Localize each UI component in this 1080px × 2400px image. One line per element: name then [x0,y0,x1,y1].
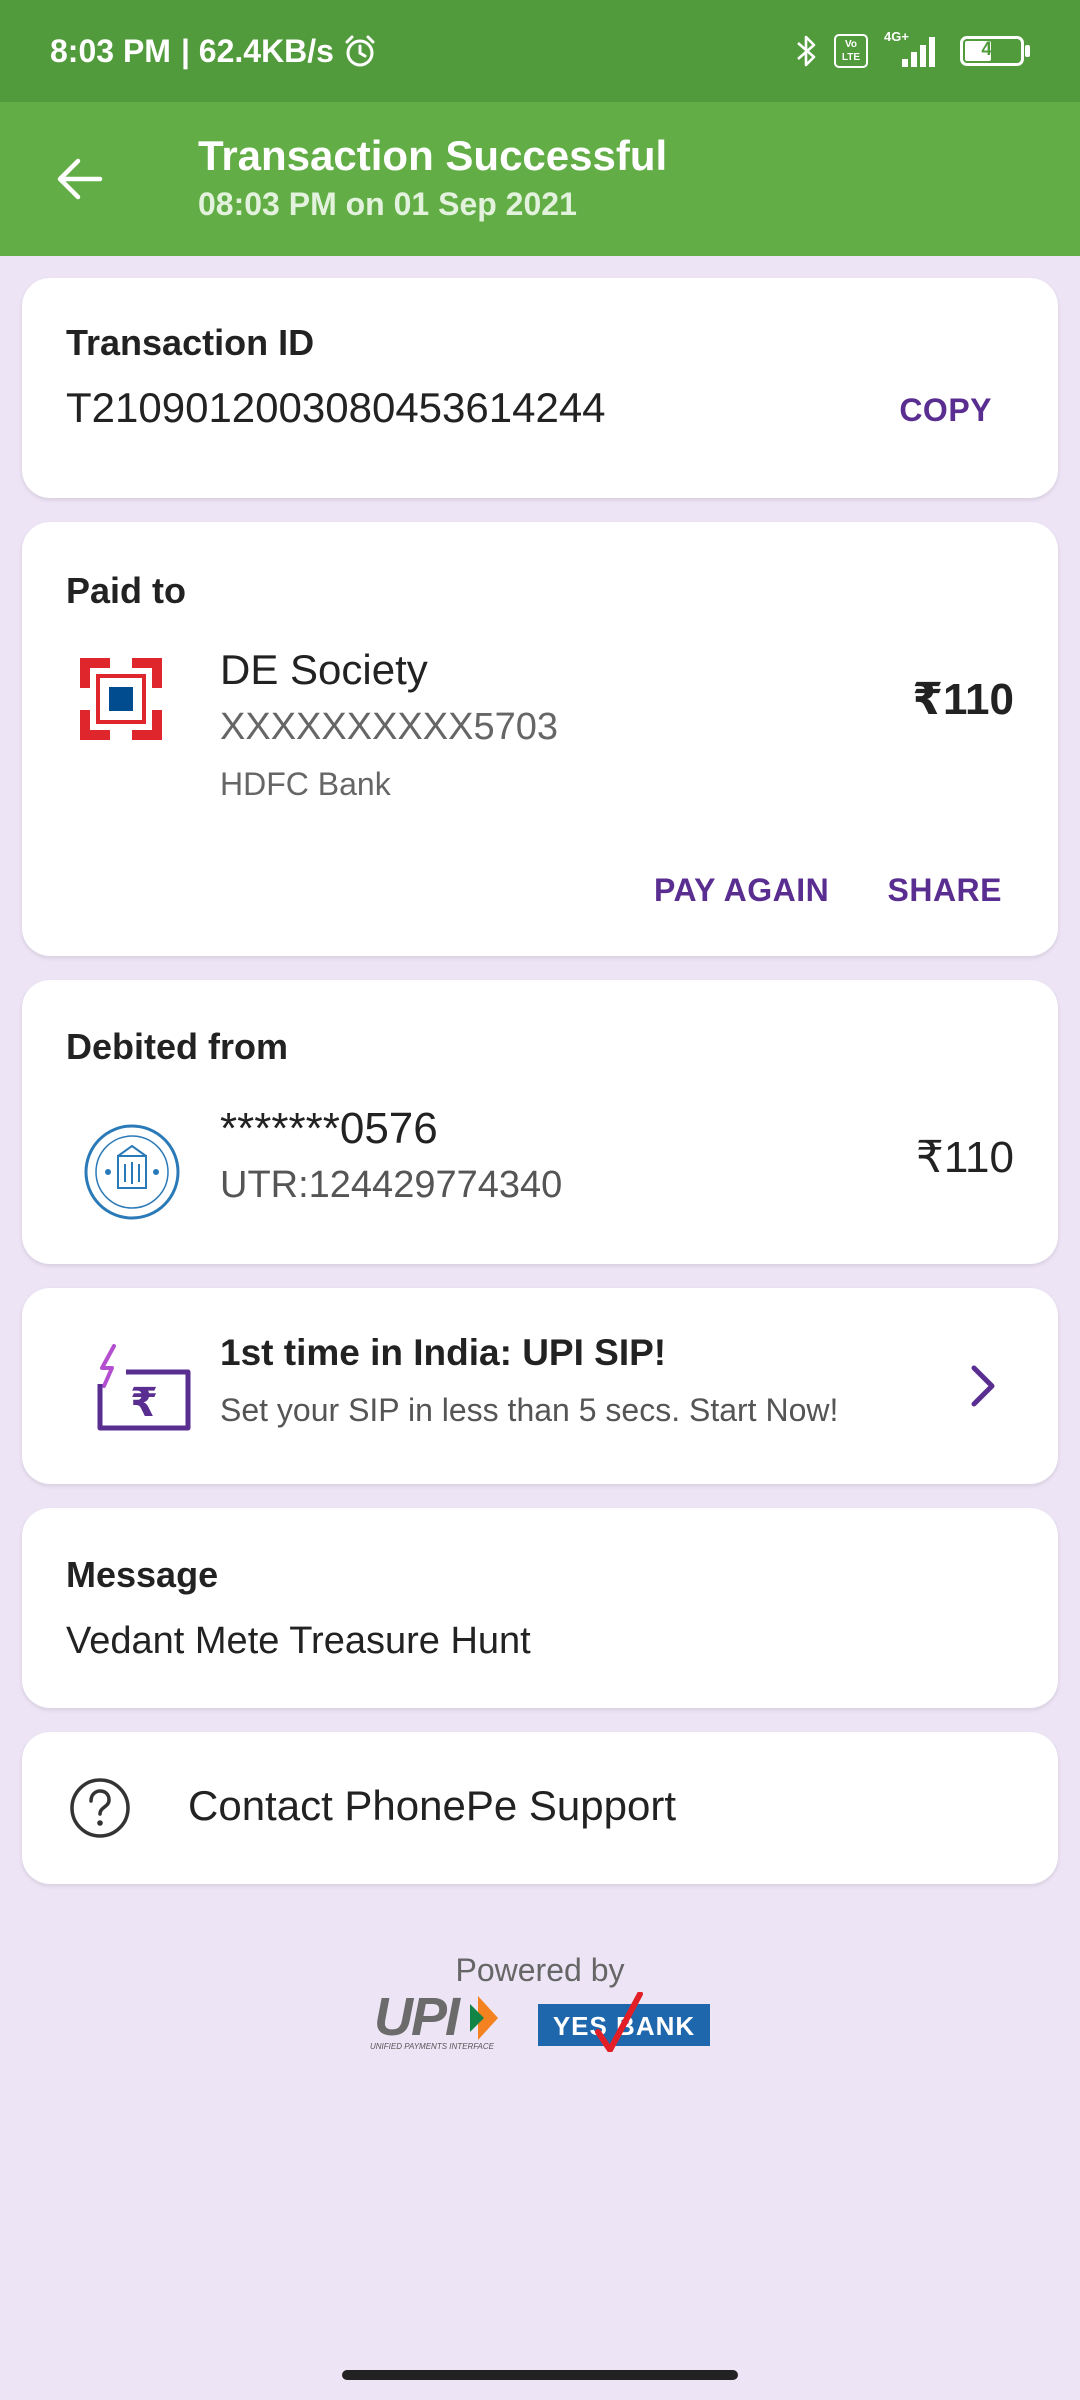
svg-text:₹: ₹ [130,1380,158,1426]
copy-button[interactable]: COPY [899,392,992,429]
message-text: Vedant Mete Treasure Hunt [66,1620,531,1662]
network-speed: | 62.4KB/s [180,32,334,69]
battery-level: 40 [981,39,1003,60]
bluetooth-icon [797,35,816,67]
powered-by-text: Powered by [455,1952,625,1988]
alarm-icon [345,35,375,67]
transaction-id-card: Transaction ID T2109012003080453614244 C… [22,278,1058,498]
debited-from-label: Debited from [66,1026,289,1067]
partner-logos: UPI UNIFIED PAYMENTS INTERFACE YES BANK [370,1987,710,2058]
battery-icon: 40 [960,36,1030,66]
status-left: 8:03 PM | 62.4KB/s [50,33,378,70]
back-arrow-icon [57,158,103,200]
promo-title: 1st time in India: UPI SIP! [220,1332,667,1373]
home-indicator[interactable] [342,2370,738,2380]
page-title: Transaction Successful [198,132,668,179]
help-icon [70,1778,130,1838]
status-right: Vo LTE 4G+ 40 [794,29,1030,69]
payee-name: DE Society [220,646,428,693]
chevron-right-icon [971,1365,995,1407]
message-card: Message Vedant Mete Treasure Hunt [22,1508,1058,1708]
utr-number: UTR:124429774340 [220,1164,563,1206]
debit-account: *******0576 [220,1104,438,1153]
sbi-logo [84,1124,180,1220]
volte-icon: Vo LTE [834,34,868,68]
status-time: 8:03 PM [50,32,171,69]
contact-support-button[interactable]: Contact PhonePe Support [22,1732,1058,1884]
payee-account: XXXXXXXXXX5703 [220,706,558,748]
paid-amount: ₹110 [912,675,1014,724]
pay-again-button[interactable]: PAY AGAIN [654,872,829,909]
signal-icon: 4G+ [884,29,944,69]
promo-subtitle: Set your SIP in less than 5 secs. Start … [220,1392,839,1428]
transaction-id-label: Transaction ID [66,322,315,363]
contact-support-label: Contact PhonePe Support [188,1782,677,1829]
back-button[interactable] [40,140,118,218]
payee-bank: HDFC Bank [220,766,391,802]
upi-logo: UPI UNIFIED PAYMENTS INTERFACE [370,1987,520,2058]
paid-to-label: Paid to [66,570,187,611]
message-label: Message [66,1554,219,1595]
yes-bank-logo: YES BANK [538,1992,710,2052]
debited-from-card: Debited from *******0576 UTR:12442977434… [22,980,1058,1264]
debit-amount: ₹110 [915,1133,1014,1182]
hdfc-logo [80,658,162,740]
sip-promo-card[interactable]: ₹ 1st time in India: UPI SIP! Set your S… [22,1288,1058,1484]
app-bar: Transaction Successful 08:03 PM on 01 Se… [0,102,1080,256]
status-bar: 8:03 PM | 62.4KB/s Vo LTE 4G+ 40 [0,0,1080,102]
share-button[interactable]: SHARE [887,872,1002,909]
transaction-datetime: 08:03 PM on 01 Sep 2021 [198,186,577,222]
paid-to-card: Paid to DE Society XXXXXXXXXX5703 HDFC B… [22,522,1058,956]
transaction-id-value: T2109012003080453614244 [66,384,606,431]
sip-rupee-icon: ₹ [97,1344,191,1431]
